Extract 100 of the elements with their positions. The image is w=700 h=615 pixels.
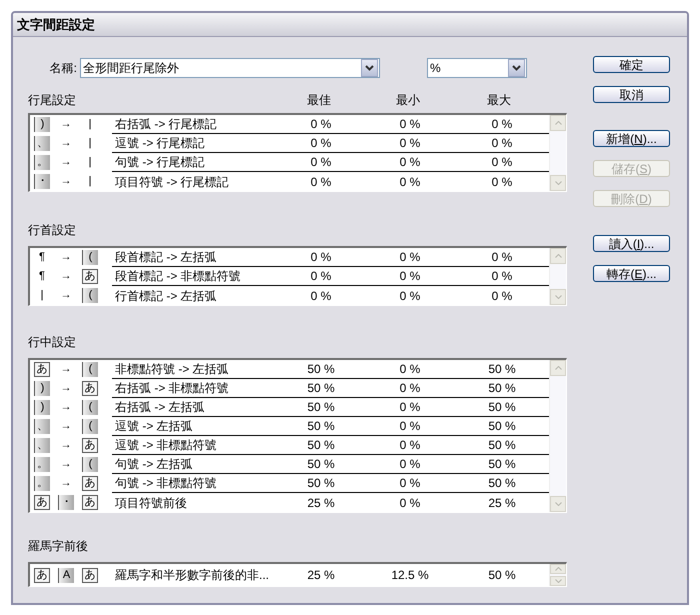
chevron-down-icon: [512, 65, 521, 71]
table-cell: 0 %: [277, 248, 365, 267]
dropdown-button[interactable]: [361, 59, 378, 77]
symbol-tile: (: [82, 400, 98, 415]
table-cell: 0 %: [365, 153, 455, 172]
symbol-tile: A: [58, 568, 74, 582]
table-cell: 0 %: [365, 417, 455, 436]
section-heading: 行首設定: [28, 222, 77, 239]
unit-combobox[interactable]: %: [427, 58, 527, 78]
table-cell-text: 0 %: [398, 174, 422, 190]
table-cell-text: 50 %: [487, 567, 517, 584]
scroll-down-button[interactable]: [550, 289, 566, 305]
dropdown-button[interactable]: [508, 59, 525, 77]
table-cell-text: 羅馬字和半形數字前後的非...: [114, 567, 270, 584]
symbol-glyph: |: [88, 174, 92, 189]
symbol-glyph: ¶: [38, 269, 46, 284]
table-cell: 0 %: [365, 436, 455, 455]
table-cell: 50 %: [277, 474, 365, 493]
scroll-up-button[interactable]: [550, 248, 566, 264]
symbol-glyph: →: [60, 155, 72, 170]
scroll-down-button[interactable]: [550, 576, 566, 586]
chevron-up-icon: [554, 567, 562, 571]
table-cell-text: 0 %: [398, 494, 422, 512]
table-cell-text: 25 %: [487, 494, 517, 512]
table-cell-text: 0 %: [490, 174, 514, 190]
table-cell: 50 %: [277, 436, 365, 455]
table-cell: 50 %: [277, 417, 365, 436]
table-cell: 0 %: [365, 455, 455, 474]
symbol-tile: ): [34, 400, 50, 415]
chevron-up-icon: [554, 121, 562, 125]
table-cell: 句號 -> 非標點符號: [112, 474, 277, 493]
symbol-glyph: |: [88, 117, 92, 132]
table-cell-text: 0 %: [490, 288, 514, 304]
column-header: 最大: [486, 92, 512, 109]
scrollbar[interactable]: [549, 115, 566, 191]
symbol-tile: あ: [82, 495, 98, 510]
scroll-down-button[interactable]: [550, 175, 566, 191]
chevron-down-icon: [554, 579, 562, 583]
symbol-glyph: →: [60, 288, 72, 303]
symbol-glyph: →: [60, 381, 72, 396]
table-cell-text: 0 %: [310, 174, 332, 190]
symbol-tile: (: [82, 250, 98, 265]
table-cell: 右括弧 -> 非標點符號: [112, 379, 277, 398]
table-cell: 0 %: [277, 153, 365, 172]
table-cell: 0 %: [365, 248, 455, 267]
symbol-tile: あ: [34, 362, 50, 377]
symbol-glyph: |: [88, 155, 92, 170]
table-cell: 句號 -> 左括弧: [112, 455, 277, 474]
table-cell: 50 %: [277, 398, 365, 417]
chevron-down-icon: [554, 181, 562, 185]
table-cell-text: 0 %: [398, 288, 422, 304]
dialog-button[interactable]: 轉存(E)...: [593, 265, 670, 282]
dialog-button[interactable]: 讀入(I)...: [593, 235, 670, 252]
symbol-glyph: →: [60, 476, 72, 491]
table-cell: 逗號 -> 行尾標記: [112, 134, 277, 153]
scroll-up-button[interactable]: [550, 564, 566, 574]
chevron-down-icon: [365, 65, 374, 71]
table-cell-text: 12.5 %: [390, 567, 430, 584]
scrollbar[interactable]: [549, 564, 566, 586]
table-cell: 0 %: [365, 379, 455, 398]
symbol-glyph: →: [60, 438, 72, 453]
table-cell: 逗號 -> 左括弧: [112, 417, 277, 436]
chevron-down-icon: [554, 502, 562, 506]
dialog-button[interactable]: 取消: [593, 86, 670, 103]
table-cell: 段首標記 -> 左括弧: [112, 248, 277, 267]
table-cell: 0 %: [365, 267, 455, 286]
symbol-tile: ・: [58, 495, 74, 510]
table-cell: 50 %: [277, 379, 365, 398]
symbol-tile: あ: [82, 438, 98, 453]
scroll-up-button[interactable]: [550, 115, 566, 131]
chevron-down-icon: [554, 295, 562, 299]
symbol-tile: 、: [34, 419, 50, 434]
table-cell: 50 %: [277, 360, 365, 379]
scrollbar[interactable]: [549, 248, 566, 305]
dialog-button[interactable]: 新增(N)...: [593, 130, 670, 147]
dialog-button[interactable]: 確定: [593, 56, 670, 73]
section-heading: 羅馬字前後: [28, 538, 89, 555]
section-heading: 行尾設定: [28, 92, 77, 109]
symbol-tile: 、: [34, 438, 50, 453]
table-cell: 逗號 -> 非標點符號: [112, 436, 277, 455]
symbol-glyph: →: [60, 250, 72, 265]
symbol-tile: (: [82, 362, 98, 377]
symbol-tile: ): [34, 117, 50, 132]
symbol-tile: あ: [82, 476, 98, 491]
symbol-glyph: →: [60, 400, 72, 415]
scrollbar[interactable]: [549, 360, 566, 512]
symbol-tile: 、: [34, 136, 50, 151]
table-cell: 50 %: [277, 455, 365, 474]
name-combobox[interactable]: 全形間距行尾除外: [80, 58, 380, 78]
section-heading: 行中設定: [28, 334, 77, 351]
table-cell-text: 行首標記 -> 左括弧: [114, 288, 218, 304]
table-cell: 0 %: [365, 134, 455, 153]
symbol-tile: あ: [82, 269, 98, 284]
symbol-tile: あ: [34, 568, 50, 582]
symbol-tile: 。: [34, 476, 50, 491]
scroll-up-button[interactable]: [550, 360, 566, 376]
window-title: 文字間距設定: [17, 16, 95, 34]
table-cell: 右括弧 -> 行尾標記: [112, 115, 277, 134]
symbol-tile: あ: [82, 568, 98, 582]
scroll-down-button[interactable]: [550, 496, 566, 512]
